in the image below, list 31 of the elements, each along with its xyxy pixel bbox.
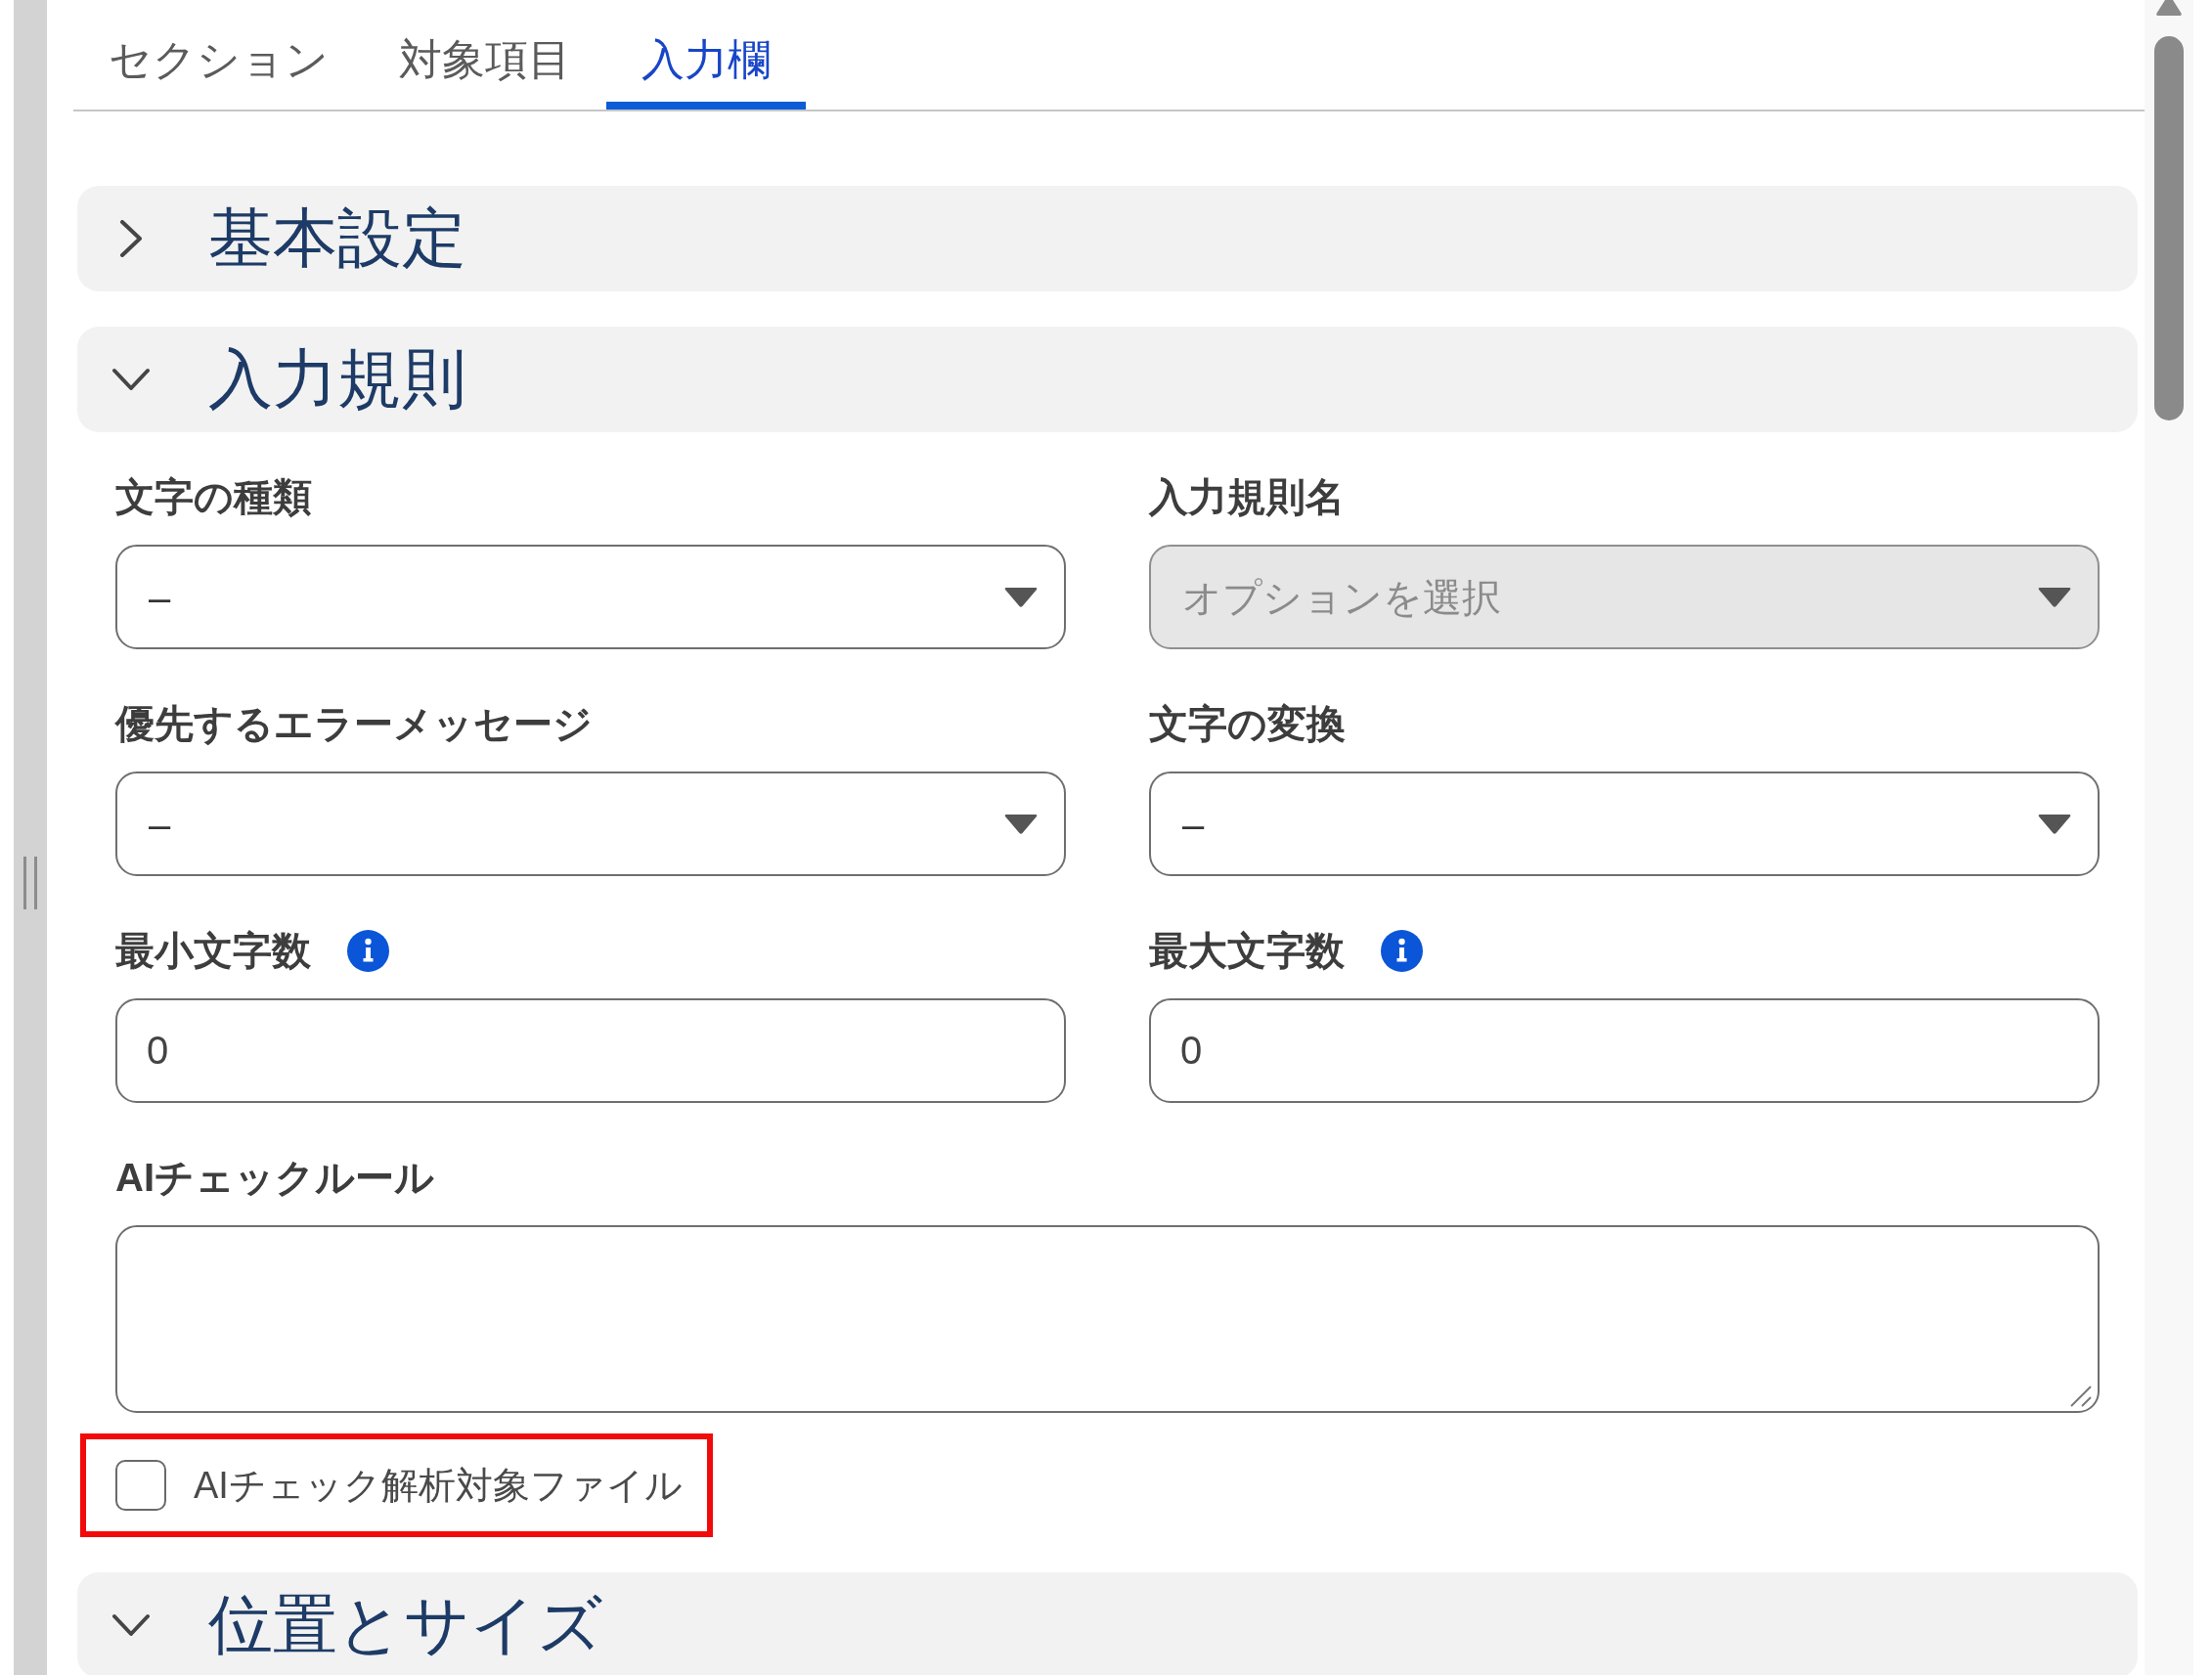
tab[interactable]: 対象項目 bbox=[364, 0, 606, 110]
checkbox-label: AIチェック解析対象ファイル bbox=[194, 1464, 683, 1508]
field-label: 最大文字数 bbox=[1149, 928, 1345, 974]
field-label: 文字の種類 bbox=[115, 474, 312, 520]
number-field[interactable]: 0 bbox=[115, 998, 1066, 1103]
accordion-header[interactable]: 基本設定 bbox=[77, 186, 2138, 291]
field-label: 最小文字数 bbox=[115, 928, 311, 974]
number-field[interactable]: 0 bbox=[1149, 998, 2100, 1103]
dropdown-caret-icon bbox=[1004, 814, 1038, 834]
info-icon[interactable] bbox=[1381, 929, 1423, 972]
tab[interactable]: セクション bbox=[73, 0, 364, 110]
scrollbar-thumb[interactable] bbox=[2154, 36, 2184, 420]
field-label: 文字の変換 bbox=[1149, 701, 1346, 747]
accordion-header[interactable]: 位置とサイズ bbox=[77, 1572, 2138, 1675]
scroll-up-icon[interactable] bbox=[2156, 0, 2182, 16]
info-icon[interactable] bbox=[347, 929, 389, 972]
dropdown-caret-icon bbox=[1004, 587, 1038, 607]
dropdown-field[interactable]: – bbox=[1149, 771, 2100, 876]
resize-grip-icon[interactable] bbox=[2070, 1386, 2092, 1407]
dropdown-field[interactable]: – bbox=[115, 771, 1066, 876]
dropdown-field[interactable]: – bbox=[115, 545, 1066, 649]
tab[interactable]: 入力欄 bbox=[606, 0, 806, 110]
dropdown-caret-icon bbox=[2038, 587, 2071, 607]
checkbox[interactable] bbox=[115, 1460, 166, 1511]
text-area[interactable] bbox=[115, 1225, 2100, 1413]
dropdown-caret-icon bbox=[2038, 814, 2071, 834]
field-label: 優先するエラーメッセージ bbox=[115, 701, 593, 747]
accordion-header[interactable]: 入力規則 bbox=[77, 327, 2138, 432]
field-label: 入力規則名 bbox=[1149, 474, 1345, 520]
drag-handle-icon[interactable] bbox=[23, 857, 37, 909]
field-label: AIチェックルール bbox=[115, 1155, 434, 1201]
